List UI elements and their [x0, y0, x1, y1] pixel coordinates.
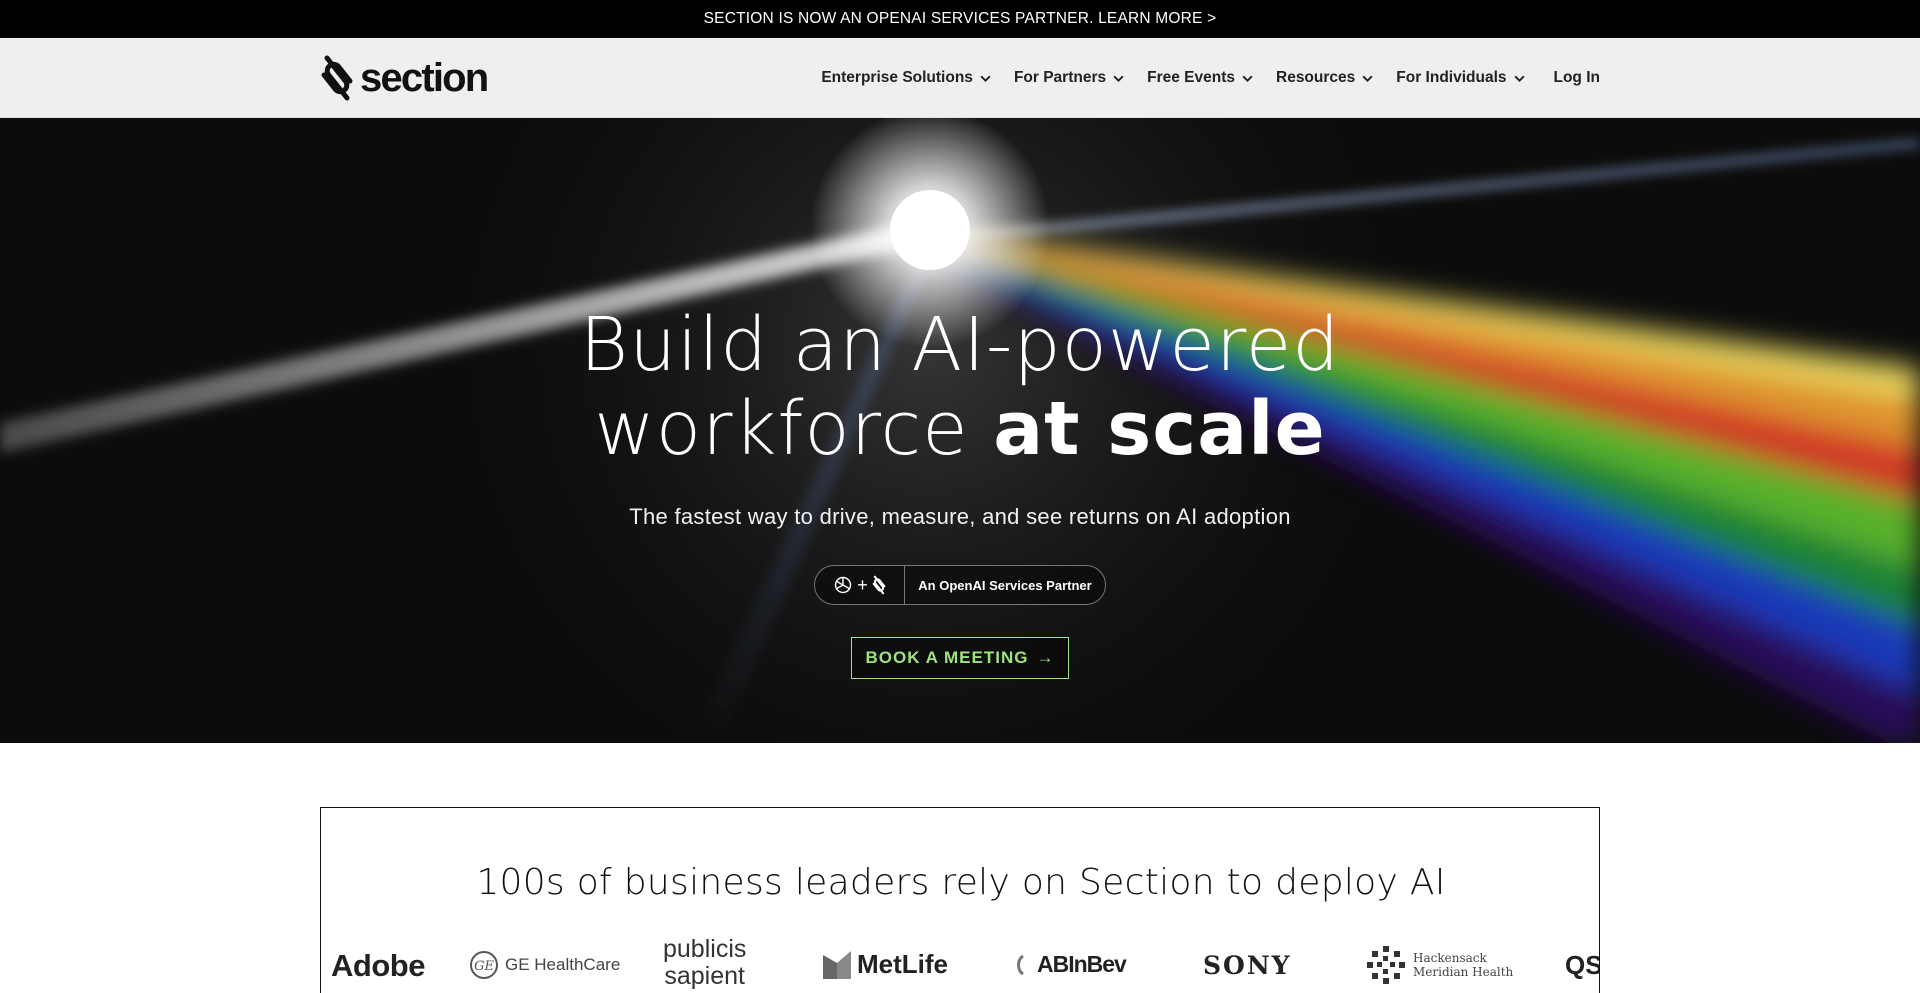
adobe-logo: Adobe [331, 948, 425, 983]
nav-label: Resources [1276, 69, 1356, 86]
announcement-bar: SECTION IS NOW AN OPENAI SERVICES PARTNE… [0, 0, 1920, 38]
svg-text:GE: GE [474, 959, 494, 974]
hero-title: Build an AI-powered workforce at scale [0, 303, 1920, 471]
section-logo[interactable]: section [320, 54, 489, 102]
sony-logo: SONY [1203, 951, 1292, 980]
hackensack-mark-icon [1367, 946, 1405, 984]
ge-healthcare-logo: GE GE HealthCare [469, 950, 620, 980]
section-paperclip-icon [872, 575, 886, 595]
metlife-logo: MetLife [823, 949, 948, 980]
qs-logo: QS [1565, 950, 1600, 980]
client-logo-strip: Adobe GE GE HealthCare publicis sapient … [321, 935, 1600, 993]
announcement-link[interactable]: SECTION IS NOW AN OPENAI SERVICES PARTNE… [704, 10, 1217, 28]
ge-monogram-icon: GE [470, 951, 498, 979]
chevron-down-icon [1362, 75, 1373, 82]
chevron-down-icon [1513, 75, 1525, 82]
main-nav: Enterprise Solutions For Partners Free E… [799, 38, 1600, 118]
chevron-down-icon [1113, 75, 1124, 82]
cta-label: BOOK A MEETING [865, 648, 1029, 667]
hackensack-wordmark: Hackensack Meridian Health [1413, 951, 1514, 979]
openai-logo-icon [835, 576, 852, 594]
client-logos-title: 100s of business leaders rely on Section… [476, 862, 1446, 903]
nav-enterprise-solutions[interactable]: Enterprise Solutions [821, 69, 992, 87]
abinbev-logo: ABInBev [1013, 951, 1127, 978]
login-label: Log In [1553, 69, 1601, 86]
nav-label: For Individuals [1396, 69, 1507, 86]
partner-badge-text: An OpenAI Services Partner [918, 577, 1092, 593]
hero-section: Build an AI-powered workforce at scale T… [0, 118, 1920, 743]
partner-badge[interactable]: + An OpenAI Services Partner [814, 565, 1106, 605]
metlife-mark-icon [823, 950, 851, 979]
hero-title-line2-bold: at scale [993, 386, 1326, 472]
nav-label: Free Events [1147, 69, 1235, 86]
abinbev-mark-icon [1017, 954, 1024, 975]
site-header: section Enterprise Solutions For Partner… [0, 38, 1920, 118]
nav-label: Enterprise Solutions [821, 69, 973, 86]
logo-wordmark: section [360, 56, 489, 100]
nav-label: For Partners [1013, 69, 1107, 86]
partner-logos: + [815, 566, 905, 604]
hero-subtitle: The fastest way to drive, measure, and s… [629, 504, 1291, 529]
client-logos-section: 100s of business leaders rely on Section… [320, 807, 1600, 993]
hero-title-line2-regular: workforce [594, 386, 969, 472]
nav-for-partners[interactable]: For Partners [1014, 69, 1125, 87]
chevron-down-icon [1242, 75, 1253, 82]
login-link[interactable]: Log In [1554, 69, 1601, 87]
nav-resources[interactable]: Resources [1276, 69, 1374, 87]
arrow-right-icon: → [1036, 648, 1055, 667]
publicis-sapient-logo: publicis sapient [663, 935, 747, 990]
chevron-down-icon [980, 75, 991, 82]
section-paperclip-icon [321, 55, 353, 101]
hackensack-meridian-logo: Hackensack Meridian Health [1365, 944, 1513, 986]
hero-title-line1: Build an AI-powered [579, 302, 1341, 388]
nav-for-individuals[interactable]: For Individuals [1396, 69, 1525, 87]
plus-sign: + [857, 574, 868, 595]
book-meeting-button[interactable]: BOOK A MEETING → [851, 637, 1069, 679]
nav-free-events[interactable]: Free Events [1147, 69, 1254, 87]
